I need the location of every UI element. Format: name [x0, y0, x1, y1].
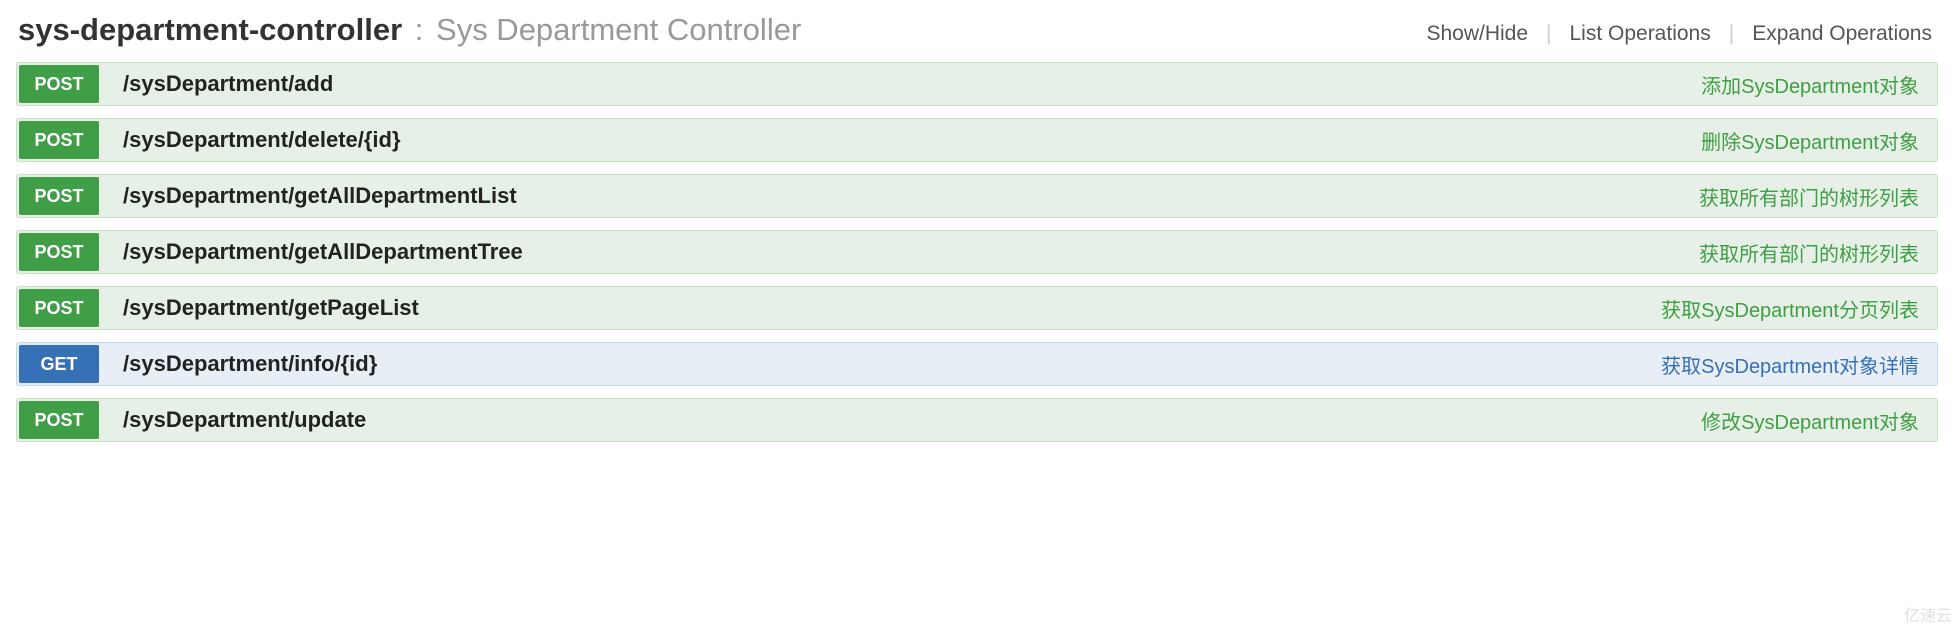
operation-row[interactable]: GET/sysDepartment/info/{id}获取SysDepartme… — [16, 342, 1938, 386]
operation-row[interactable]: POST/sysDepartment/getAllDepartmentTree获… — [16, 230, 1938, 274]
operations-list: POST/sysDepartment/add添加SysDepartment对象P… — [16, 62, 1938, 442]
show-hide-link[interactable]: Show/Hide — [1422, 22, 1532, 46]
action-divider: | — [1729, 22, 1734, 46]
controller-title[interactable]: sys-department-controller : Sys Departme… — [18, 12, 801, 48]
operation-path[interactable]: /sysDepartment/getAllDepartmentList — [101, 175, 1699, 217]
http-method-badge[interactable]: POST — [19, 65, 99, 103]
operation-summary[interactable]: 获取SysDepartment对象详情 — [1661, 343, 1937, 385]
http-method-badge[interactable]: POST — [19, 401, 99, 439]
http-method-badge[interactable]: GET — [19, 345, 99, 383]
operation-path[interactable]: /sysDepartment/getPageList — [101, 287, 1661, 329]
action-divider: | — [1546, 22, 1551, 46]
controller-actions: Show/Hide | List Operations | Expand Ope… — [1422, 22, 1936, 46]
operation-summary[interactable]: 删除SysDepartment对象 — [1701, 119, 1937, 161]
title-separator: : — [415, 12, 424, 47]
operation-row[interactable]: POST/sysDepartment/delete/{id}删除SysDepar… — [16, 118, 1938, 162]
operation-path[interactable]: /sysDepartment/update — [101, 399, 1701, 441]
operation-path[interactable]: /sysDepartment/getAllDepartmentTree — [101, 231, 1699, 273]
controller-name: sys-department-controller — [18, 12, 402, 47]
http-method-badge[interactable]: POST — [19, 121, 99, 159]
controller-description: Sys Department Controller — [436, 12, 801, 47]
http-method-badge[interactable]: POST — [19, 289, 99, 327]
http-method-badge[interactable]: POST — [19, 233, 99, 271]
operation-summary[interactable]: 修改SysDepartment对象 — [1701, 399, 1937, 441]
expand-operations-link[interactable]: Expand Operations — [1748, 22, 1936, 46]
operation-path[interactable]: /sysDepartment/delete/{id} — [101, 119, 1701, 161]
operation-path[interactable]: /sysDepartment/add — [101, 63, 1701, 105]
operation-summary[interactable]: 获取SysDepartment分页列表 — [1661, 287, 1937, 329]
operation-row[interactable]: POST/sysDepartment/getAllDepartmentList获… — [16, 174, 1938, 218]
operation-summary[interactable]: 添加SysDepartment对象 — [1701, 63, 1937, 105]
operation-row[interactable]: POST/sysDepartment/add添加SysDepartment对象 — [16, 62, 1938, 106]
watermark: 亿速云 — [1904, 602, 1952, 626]
list-operations-link[interactable]: List Operations — [1565, 22, 1714, 46]
operation-row[interactable]: POST/sysDepartment/getPageList获取SysDepar… — [16, 286, 1938, 330]
operation-summary[interactable]: 获取所有部门的树形列表 — [1699, 175, 1937, 217]
controller-header: sys-department-controller : Sys Departme… — [16, 12, 1938, 48]
operation-path[interactable]: /sysDepartment/info/{id} — [101, 343, 1661, 385]
operation-row[interactable]: POST/sysDepartment/update修改SysDepartment… — [16, 398, 1938, 442]
operation-summary[interactable]: 获取所有部门的树形列表 — [1699, 231, 1937, 273]
http-method-badge[interactable]: POST — [19, 177, 99, 215]
